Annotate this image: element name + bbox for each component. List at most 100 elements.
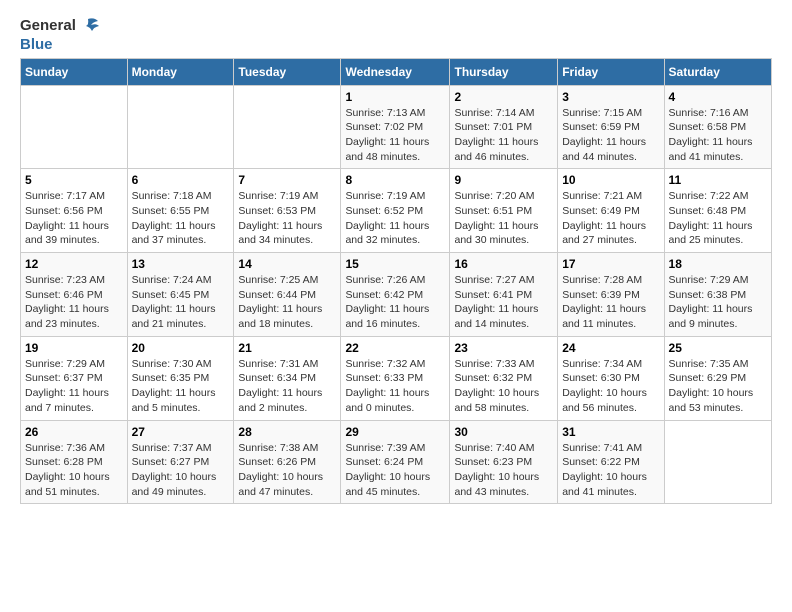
cell-content: Sunrise: 7:37 AM Sunset: 6:27 PM Dayligh… (132, 441, 230, 500)
cell-content: Sunrise: 7:33 AM Sunset: 6:32 PM Dayligh… (454, 357, 553, 416)
day-number: 3 (562, 90, 659, 104)
calendar-cell: 9Sunrise: 7:20 AM Sunset: 6:51 PM Daylig… (450, 169, 558, 253)
calendar-cell: 2 Sunrise: 7:14 AM Sunset: 7:01 PM Daylig… (450, 85, 558, 169)
day-number: 29 (345, 425, 445, 439)
weekday-header-friday: Friday (558, 58, 664, 85)
cell-content: Sunrise: 7:21 AM Sunset: 6:49 PM Dayligh… (562, 189, 659, 248)
cell-content: Sunrise: 7:18 AM Sunset: 6:55 PM Dayligh… (132, 189, 230, 248)
calendar-cell: 26 Sunrise: 7:36 AM Sunset: 6:28 PM Dayli… (21, 420, 128, 504)
calendar-cell: 6 Sunrise: 7:18 AM Sunset: 6:55 PM Daylig… (127, 169, 234, 253)
cell-content: Sunrise: 7:31 AM Sunset: 6:34 PM Dayligh… (238, 357, 336, 416)
cell-content: Sunrise: 7:14 AM Sunset: 7:01 PM Dayligh… (454, 106, 553, 165)
calendar-cell (127, 85, 234, 169)
logo-general: General (20, 18, 76, 35)
day-number: 17 (562, 257, 659, 271)
calendar-cell: 28Sunrise: 7:38 AM Sunset: 6:26 PM Dayli… (234, 420, 341, 504)
cell-content: Sunrise: 7:29 AM Sunset: 6:38 PM Dayligh… (669, 273, 767, 332)
day-number: 16 (454, 257, 553, 271)
calendar-cell: 24 Sunrise: 7:34 AM Sunset: 6:30 PM Dayli… (558, 336, 664, 420)
calendar-cell: 5 Sunrise: 7:17 AM Sunset: 6:56 PM Daylig… (21, 169, 128, 253)
cell-content: Sunrise: 7:20 AM Sunset: 6:51 PM Dayligh… (454, 189, 553, 248)
day-number: 21 (238, 341, 336, 355)
cell-content: Sunrise: 7:35 AM Sunset: 6:29 PM Dayligh… (669, 357, 767, 416)
day-number: 27 (132, 425, 230, 439)
day-number: 13 (132, 257, 230, 271)
day-number: 20 (132, 341, 230, 355)
day-number: 18 (669, 257, 767, 271)
day-number: 31 (562, 425, 659, 439)
header: General Blue (20, 15, 772, 54)
day-number: 10 (562, 173, 659, 187)
cell-content: Sunrise: 7:41 AM Sunset: 6:22 PM Dayligh… (562, 441, 659, 500)
calendar-table: SundayMondayTuesdayWednesdayThursdayFrid… (20, 58, 772, 505)
cell-content: Sunrise: 7:22 AM Sunset: 6:48 PM Dayligh… (669, 189, 767, 248)
day-number: 5 (25, 173, 123, 187)
day-number: 26 (25, 425, 123, 439)
day-number: 11 (669, 173, 767, 187)
logo: General Blue (20, 15, 100, 54)
weekday-header-saturday: Saturday (664, 58, 771, 85)
calendar-cell: 22 Sunrise: 7:32 AM Sunset: 6:33 PM Dayli… (341, 336, 450, 420)
calendar-cell: 3 Sunrise: 7:15 AM Sunset: 6:59 PM Daylig… (558, 85, 664, 169)
cell-content: Sunrise: 7:34 AM Sunset: 6:30 PM Dayligh… (562, 357, 659, 416)
cell-content: Sunrise: 7:28 AM Sunset: 6:39 PM Dayligh… (562, 273, 659, 332)
weekday-header-sunday: Sunday (21, 58, 128, 85)
day-number: 2 (454, 90, 553, 104)
calendar-cell: 23 Sunrise: 7:33 AM Sunset: 6:32 PM Dayli… (450, 336, 558, 420)
day-number: 7 (238, 173, 336, 187)
calendar-cell: 12Sunrise: 7:23 AM Sunset: 6:46 PM Dayli… (21, 253, 128, 337)
calendar-cell: 30Sunrise: 7:40 AM Sunset: 6:23 PM Dayli… (450, 420, 558, 504)
calendar-cell: 1 Sunrise: 7:13 AM Sunset: 7:02 PM Daylig… (341, 85, 450, 169)
calendar-cell: 20Sunrise: 7:30 AM Sunset: 6:35 PM Dayli… (127, 336, 234, 420)
cell-content: Sunrise: 7:26 AM Sunset: 6:42 PM Dayligh… (345, 273, 445, 332)
day-number: 28 (238, 425, 336, 439)
day-number: 24 (562, 341, 659, 355)
cell-content: Sunrise: 7:39 AM Sunset: 6:24 PM Dayligh… (345, 441, 445, 500)
day-number: 23 (454, 341, 553, 355)
day-number: 4 (669, 90, 767, 104)
calendar-cell: 11 Sunrise: 7:22 AM Sunset: 6:48 PM Dayli… (664, 169, 771, 253)
calendar-cell: 17 Sunrise: 7:28 AM Sunset: 6:39 PM Dayli… (558, 253, 664, 337)
calendar-cell: 19 Sunrise: 7:29 AM Sunset: 6:37 PM Dayli… (21, 336, 128, 420)
calendar-cell: 21 Sunrise: 7:31 AM Sunset: 6:34 PM Dayli… (234, 336, 341, 420)
calendar-cell: 31 Sunrise: 7:41 AM Sunset: 6:22 PM Dayli… (558, 420, 664, 504)
logo-bird-icon (78, 15, 100, 37)
calendar-cell: 27 Sunrise: 7:37 AM Sunset: 6:27 PM Dayli… (127, 420, 234, 504)
cell-content: Sunrise: 7:29 AM Sunset: 6:37 PM Dayligh… (25, 357, 123, 416)
day-number: 15 (345, 257, 445, 271)
day-number: 1 (345, 90, 445, 104)
day-number: 25 (669, 341, 767, 355)
calendar-cell: 18 Sunrise: 7:29 AM Sunset: 6:38 PM Dayli… (664, 253, 771, 337)
calendar-cell: 10 Sunrise: 7:21 AM Sunset: 6:49 PM Dayli… (558, 169, 664, 253)
calendar-container: General Blue SundayMondayTuesdayWednesda… (0, 0, 792, 519)
day-number: 6 (132, 173, 230, 187)
calendar-cell: 16 Sunrise: 7:27 AM Sunset: 6:41 PM Dayli… (450, 253, 558, 337)
calendar-cell (234, 85, 341, 169)
day-number: 22 (345, 341, 445, 355)
cell-content: Sunrise: 7:32 AM Sunset: 6:33 PM Dayligh… (345, 357, 445, 416)
calendar-cell: 14Sunrise: 7:25 AM Sunset: 6:44 PM Dayli… (234, 253, 341, 337)
cell-content: Sunrise: 7:19 AM Sunset: 6:53 PM Dayligh… (238, 189, 336, 248)
day-number: 19 (25, 341, 123, 355)
cell-content: Sunrise: 7:16 AM Sunset: 6:58 PM Dayligh… (669, 106, 767, 165)
weekday-header-tuesday: Tuesday (234, 58, 341, 85)
calendar-cell: 4 Sunrise: 7:16 AM Sunset: 6:58 PM Daylig… (664, 85, 771, 169)
cell-content: Sunrise: 7:17 AM Sunset: 6:56 PM Dayligh… (25, 189, 123, 248)
cell-content: Sunrise: 7:40 AM Sunset: 6:23 PM Dayligh… (454, 441, 553, 500)
cell-content: Sunrise: 7:36 AM Sunset: 6:28 PM Dayligh… (25, 441, 123, 500)
calendar-cell: 8 Sunrise: 7:19 AM Sunset: 6:52 PM Daylig… (341, 169, 450, 253)
calendar-cell: 29 Sunrise: 7:39 AM Sunset: 6:24 PM Dayli… (341, 420, 450, 504)
weekday-header-monday: Monday (127, 58, 234, 85)
calendar-cell: 25 Sunrise: 7:35 AM Sunset: 6:29 PM Dayli… (664, 336, 771, 420)
cell-content: Sunrise: 7:27 AM Sunset: 6:41 PM Dayligh… (454, 273, 553, 332)
weekday-header-wednesday: Wednesday (341, 58, 450, 85)
cell-content: Sunrise: 7:19 AM Sunset: 6:52 PM Dayligh… (345, 189, 445, 248)
cell-content: Sunrise: 7:13 AM Sunset: 7:02 PM Dayligh… (345, 106, 445, 165)
calendar-cell (21, 85, 128, 169)
cell-content: Sunrise: 7:24 AM Sunset: 6:45 PM Dayligh… (132, 273, 230, 332)
calendar-cell (664, 420, 771, 504)
day-number: 12 (25, 257, 123, 271)
logo-blue: Blue (20, 37, 100, 54)
day-number: 8 (345, 173, 445, 187)
cell-content: Sunrise: 7:15 AM Sunset: 6:59 PM Dayligh… (562, 106, 659, 165)
